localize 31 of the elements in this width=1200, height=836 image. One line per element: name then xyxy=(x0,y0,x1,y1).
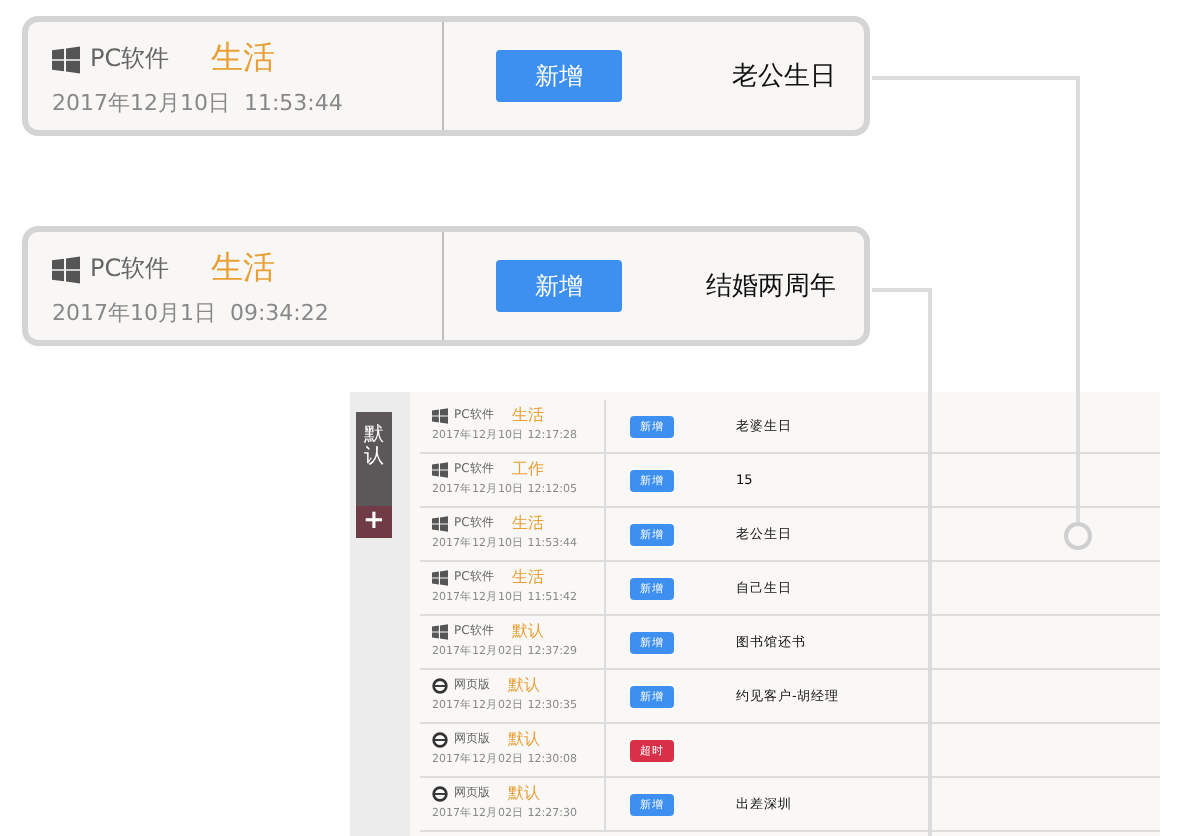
globe-icon xyxy=(432,785,448,801)
sidebar-tab[interactable]: 默认 xyxy=(364,424,384,468)
category-label: 生活 xyxy=(211,38,276,80)
globe-icon xyxy=(432,677,448,693)
windows-icon xyxy=(432,461,448,477)
category-label: 生活 xyxy=(511,404,544,426)
add-button[interactable]: 新增 xyxy=(496,50,622,102)
timestamp: 2017年12月10日 11:53:44 xyxy=(52,88,345,118)
windows-icon xyxy=(432,515,448,531)
category-label: 默认 xyxy=(508,728,540,750)
globe-icon xyxy=(432,731,448,747)
category-label: 生活 xyxy=(511,566,544,588)
windows-icon xyxy=(52,45,80,73)
windows-icon xyxy=(432,569,448,585)
windows-icon xyxy=(432,407,448,423)
source-label: PC软件 xyxy=(90,42,170,76)
category-label: 默认 xyxy=(508,674,540,696)
category-label: 工作 xyxy=(511,458,544,480)
source-label: PC软件 xyxy=(90,252,170,286)
windows-icon xyxy=(52,255,80,283)
add-button[interactable]: 新增 xyxy=(496,260,622,312)
reminder-title: 结婚两周年 xyxy=(706,270,836,304)
timestamp: 2017年10月1日 09:34:22 xyxy=(52,298,331,328)
windows-icon xyxy=(432,623,448,639)
connector-node xyxy=(1064,522,1092,550)
category-label: 默认 xyxy=(511,620,544,642)
add-button[interactable]: + xyxy=(356,506,392,538)
category-label: 生活 xyxy=(511,512,544,534)
category-label: 默认 xyxy=(508,782,540,804)
reminder-title: 老公生日 xyxy=(732,60,836,94)
category-label: 生活 xyxy=(211,248,276,290)
